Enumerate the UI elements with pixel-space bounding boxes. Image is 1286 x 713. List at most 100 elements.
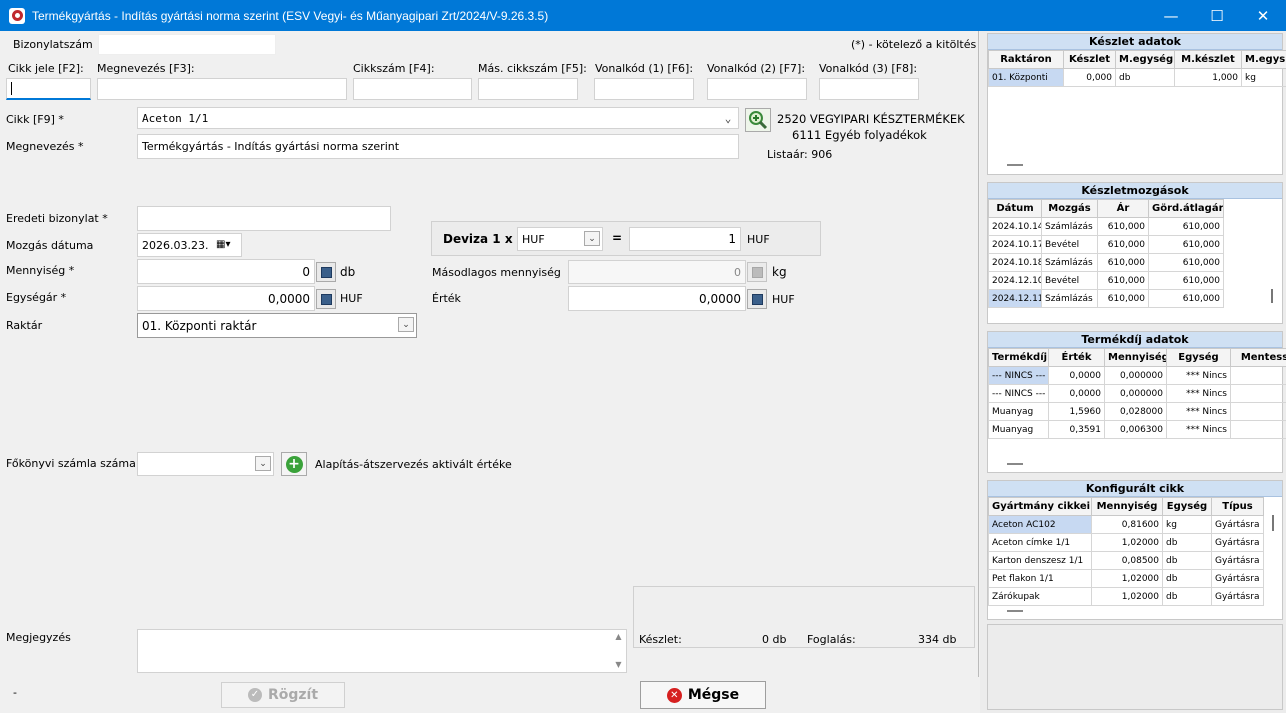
column-header[interactable]: Raktáron bbox=[988, 50, 1064, 69]
column-header[interactable]: M.egység bbox=[1115, 50, 1175, 69]
table-cell: 0,08500 bbox=[1091, 551, 1163, 570]
megnevezes-field[interactable]: Termékgyártás - Indítás gyártási norma s… bbox=[137, 134, 739, 159]
table-cell: Gyártásra bbox=[1211, 569, 1264, 588]
table-cell: 2024.10.18 bbox=[988, 253, 1042, 272]
masodlagos-field[interactable]: 0 bbox=[568, 260, 746, 284]
search-cikkszam-input[interactable] bbox=[353, 78, 472, 100]
scrollbar[interactable] bbox=[1271, 289, 1273, 303]
ertek-field[interactable]: 0,0000 bbox=[568, 286, 746, 311]
megjegyzes-field[interactable] bbox=[137, 629, 627, 673]
window-title: Termékgyártás - Indítás gyártási norma s… bbox=[32, 8, 549, 23]
table-cell: *** Nincs bbox=[1166, 384, 1231, 403]
foglalas-value: 334 db bbox=[918, 633, 957, 646]
raktar-select[interactable]: 01. Központi raktár ⌄ bbox=[137, 313, 417, 338]
calendar-icon[interactable]: ▦▾ bbox=[216, 239, 234, 251]
column-header[interactable]: M.egys bbox=[1241, 50, 1286, 69]
column-header[interactable]: Típus bbox=[1211, 497, 1264, 516]
table-cell: 1,02000 bbox=[1091, 533, 1163, 552]
scrollbar[interactable] bbox=[1272, 515, 1274, 531]
column-header[interactable]: Egység bbox=[1162, 497, 1212, 516]
calculator-icon[interactable] bbox=[316, 289, 336, 309]
column-header[interactable]: Érték bbox=[1048, 348, 1105, 367]
raktar-value: 01. Központi raktár bbox=[142, 318, 257, 333]
column-header[interactable]: Mozgás bbox=[1041, 199, 1098, 218]
keszlet-label: Készlet: bbox=[639, 633, 682, 646]
maximize-button[interactable]: ☐ bbox=[1194, 0, 1240, 31]
table-row[interactable]: 2024.10.18 Számlázás 610,000 610,000 bbox=[988, 253, 1224, 272]
table-row[interactable]: Karton denszesz 1/1 0,08500 db Gyártásra bbox=[988, 551, 1264, 570]
search-mas-cikkszam-input[interactable] bbox=[478, 78, 578, 100]
calculator-icon[interactable] bbox=[747, 289, 767, 309]
table-cell: 610,000 bbox=[1097, 289, 1149, 308]
mennyiseg-label: Mennyiség * bbox=[6, 264, 75, 277]
table-row[interactable]: 2024.10.17 Bevétel 610,000 610,000 bbox=[988, 235, 1224, 254]
moves-table: Dátum Mozgás Ár Görd.átlagár 2024.10.14 S… bbox=[988, 199, 1224, 308]
table-row[interactable]: 01. Központi 0,000 db 1,000 kg bbox=[988, 68, 1286, 87]
column-header[interactable]: Dátum bbox=[988, 199, 1042, 218]
column-header[interactable]: Termékdíj bbox=[988, 348, 1049, 367]
table-row[interactable]: --- NINCS --- 0,0000 0,000000 *** Nincs bbox=[988, 384, 1286, 403]
table-cell bbox=[1230, 384, 1286, 403]
table-row[interactable]: Zárókupak 1,02000 db Gyártásra bbox=[988, 587, 1264, 606]
table-row[interactable]: --- NINCS --- 0,0000 0,000000 *** Nincs bbox=[988, 366, 1286, 385]
minimize-button[interactable]: — bbox=[1148, 0, 1194, 31]
column-header[interactable]: Ár bbox=[1097, 199, 1149, 218]
column-header[interactable]: M.készlet bbox=[1174, 50, 1242, 69]
calculator-icon[interactable] bbox=[316, 262, 336, 282]
fokonyvi-select[interactable]: ⌄ bbox=[137, 452, 274, 476]
column-header[interactable]: Készlet bbox=[1063, 50, 1116, 69]
search-vonalkod3-input[interactable] bbox=[819, 78, 919, 100]
table-row[interactable]: Pet flakon 1/1 1,02000 db Gyártásra bbox=[988, 569, 1264, 588]
add-button[interactable]: + bbox=[281, 452, 307, 476]
close-button[interactable]: ✕ bbox=[1240, 0, 1286, 31]
save-button[interactable]: ✓ Rögzít bbox=[221, 682, 345, 708]
table-cell: Gyártásra bbox=[1211, 533, 1264, 552]
cancel-icon: ✕ bbox=[666, 687, 682, 703]
table-row[interactable]: Aceton AC102 0,81600 kg Gyártásra bbox=[988, 515, 1264, 534]
deviza-rate-field[interactable]: 1 bbox=[629, 227, 741, 251]
table-cell: Számlázás bbox=[1041, 253, 1098, 272]
scroll-grip[interactable] bbox=[1007, 463, 1023, 465]
table-row[interactable]: Muanyag 0,3591 0,006300 *** Nincs bbox=[988, 420, 1286, 439]
search-cikkszam-label: Cikkszám [F4]: bbox=[353, 62, 435, 75]
table-cell: Aceton AC102 bbox=[988, 515, 1092, 534]
table-cell: Karton denszesz 1/1 bbox=[988, 551, 1092, 570]
table-row[interactable]: 2024.12.11 Számlázás 610,000 610,000 bbox=[988, 289, 1224, 308]
cancel-button[interactable]: ✕ Mégse bbox=[640, 681, 766, 709]
table-cell: 1,000 bbox=[1174, 68, 1242, 87]
eredeti-bizonylat-label: Eredeti bizonylat * bbox=[6, 212, 108, 225]
scroll-grip[interactable] bbox=[1007, 164, 1023, 166]
mozgas-datuma-picker[interactable]: 2026.03.23. ▦▾ bbox=[137, 233, 242, 257]
search-megnevezes-input[interactable] bbox=[97, 78, 347, 100]
table-row[interactable]: Muanyag 1,5960 0,028000 *** Nincs bbox=[988, 402, 1286, 421]
column-header[interactable]: Mentess bbox=[1230, 348, 1286, 367]
megjegyzes-scrollbar[interactable]: ▲ ▼ bbox=[611, 630, 626, 672]
table-row[interactable]: 2024.12.10 Bevétel 610,000 610,000 bbox=[988, 271, 1224, 290]
zoom-search-button[interactable] bbox=[745, 108, 771, 132]
eredeti-bizonylat-field[interactable] bbox=[137, 206, 391, 231]
search-cikk-jele-input[interactable] bbox=[6, 78, 91, 100]
search-vonalkod2-input[interactable] bbox=[707, 78, 807, 100]
table-cell: 2024.12.11 bbox=[988, 289, 1042, 308]
stock-table: Raktáron Készlet M.egység M.készlet M.eg… bbox=[988, 50, 1286, 87]
column-header[interactable]: Mennyiség bbox=[1091, 497, 1163, 516]
calculator-icon bbox=[747, 262, 767, 282]
chevron-down-icon: ⌄ bbox=[724, 112, 732, 125]
search-megnevezes-label: Megnevezés [F3]: bbox=[97, 62, 195, 75]
cikk-label: Cikk [F9] * bbox=[6, 113, 64, 126]
scroll-grip[interactable] bbox=[1007, 610, 1023, 612]
doc-number-field[interactable] bbox=[98, 34, 276, 55]
column-header[interactable]: Mennyiség bbox=[1104, 348, 1167, 367]
table-row[interactable]: 2024.10.14 Számlázás 610,000 610,000 bbox=[988, 217, 1224, 236]
egysegar-field[interactable]: 0,0000 bbox=[137, 286, 315, 311]
column-header[interactable]: Egység bbox=[1166, 348, 1231, 367]
table-cell: db bbox=[1162, 587, 1212, 606]
empty-panel bbox=[987, 624, 1283, 710]
column-header[interactable]: Gyártmány cikkei bbox=[988, 497, 1092, 516]
mennyiseg-field[interactable]: 0 bbox=[137, 259, 315, 284]
column-header[interactable]: Görd.átlagár bbox=[1148, 199, 1224, 218]
table-row[interactable]: Aceton címke 1/1 1,02000 db Gyártásra bbox=[988, 533, 1264, 552]
deviza-select[interactable]: HUF ⌄ bbox=[517, 227, 603, 251]
search-vonalkod1-input[interactable] bbox=[594, 78, 694, 100]
cikk-select[interactable]: Aceton 1/1 ⌄ bbox=[137, 107, 739, 129]
